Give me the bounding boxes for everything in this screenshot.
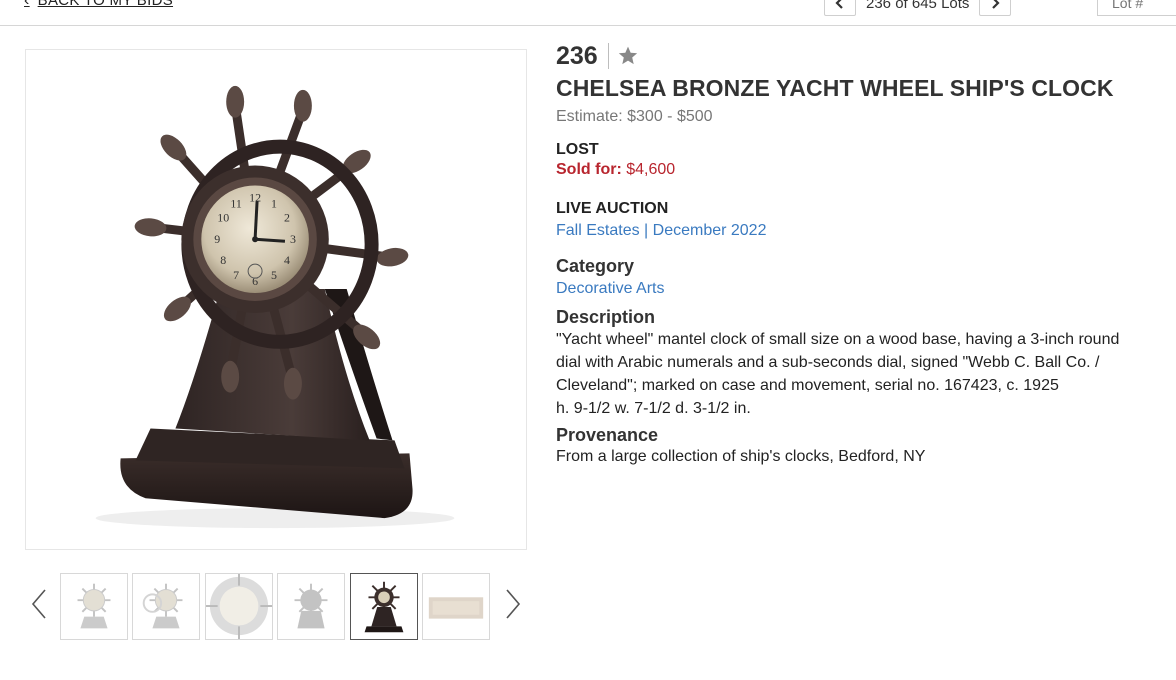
category-heading: Category xyxy=(556,256,635,276)
thumbnail-3[interactable] xyxy=(205,573,273,640)
svg-text:12: 12 xyxy=(249,190,261,204)
svg-text:7: 7 xyxy=(233,268,239,282)
category-link[interactable]: Decorative Arts xyxy=(556,280,1156,298)
next-lot-button[interactable] xyxy=(979,0,1012,16)
svg-text:1: 1 xyxy=(271,196,277,210)
svg-text:8: 8 xyxy=(220,253,226,267)
lot-details: 236 CHELSEA BRONZE YACHT WHEEL SHIP'S CL… xyxy=(556,40,1156,466)
lot-number-input[interactable] xyxy=(1097,0,1176,16)
svg-text:4: 4 xyxy=(284,253,290,267)
thumbnail-next-button[interactable] xyxy=(502,586,524,622)
provenance-heading: Provenance xyxy=(556,425,659,445)
lot-estimate: Estimate: $300 - $500 xyxy=(556,108,713,125)
dimensions-text: h. 9-1/2 w. 7-1/2 d. 3-1/2 in. xyxy=(556,400,751,417)
svg-text:10: 10 xyxy=(217,210,229,224)
main-lot-image[interactable]: 12 1 2 345 678 9 10 11 xyxy=(25,49,527,550)
top-nav-bar: ‹ BACK TO MY BIDS 236 of 645 Lots xyxy=(0,0,1176,26)
chevron-right-icon xyxy=(506,589,521,619)
thumbnail-image xyxy=(77,583,111,629)
sold-value: $4,600 xyxy=(626,161,676,178)
svg-text:2: 2 xyxy=(284,210,290,224)
divider xyxy=(607,43,609,69)
description-text: "Yacht wheel" mantel clock of small size… xyxy=(556,331,1120,394)
back-link-label: BACK TO MY BIDS xyxy=(37,0,174,9)
bid-status: LOST xyxy=(556,141,599,158)
thumbnail-prev-button[interactable] xyxy=(28,586,50,622)
svg-text:6: 6 xyxy=(252,274,258,288)
chevron-right-icon xyxy=(992,0,1000,9)
lot-pager: 236 of 645 Lots xyxy=(824,0,1012,16)
svg-text:9: 9 xyxy=(214,232,220,246)
thumbnail-4[interactable] xyxy=(277,573,345,640)
lot-number: 236 xyxy=(556,41,598,70)
sold-label: Sold for: xyxy=(556,161,622,178)
chevron-left-icon xyxy=(835,0,843,9)
thumbnail-image xyxy=(364,581,404,633)
thumbnail-5-active[interactable] xyxy=(350,573,418,640)
clock-photo: 12 12 345 678 9 1011 xyxy=(95,85,455,529)
thumbnail-image xyxy=(294,583,328,629)
svg-text:11: 11 xyxy=(230,196,242,210)
thumbnail-image xyxy=(428,597,484,619)
thumbnail-6[interactable] xyxy=(422,573,490,640)
description-heading: Description xyxy=(556,307,656,327)
chevron-left-icon: ‹ xyxy=(24,0,30,9)
svg-text:3: 3 xyxy=(290,232,296,246)
lot-title: CHELSEA BRONZE YACHT WHEEL SHIP'S CLOCK xyxy=(556,75,1114,101)
thumbnail-1[interactable] xyxy=(60,573,128,640)
previous-lot-button[interactable] xyxy=(824,0,856,16)
chevron-left-icon xyxy=(31,589,46,619)
lot-count: 236 of 645 Lots xyxy=(866,0,970,12)
thumbnail-image xyxy=(206,574,272,639)
back-to-my-bids-link[interactable]: ‹ BACK TO MY BIDS xyxy=(24,0,173,9)
provenance-text: From a large collection of ship's clocks… xyxy=(556,448,926,465)
sold-price: Sold for: $4,600 xyxy=(556,161,1156,179)
auction-type: LIVE AUCTION xyxy=(556,200,669,217)
svg-text:5: 5 xyxy=(271,268,277,282)
lot-header-row: 236 xyxy=(556,40,1156,72)
auction-name-link[interactable]: Fall Estates | December 2022 xyxy=(556,222,1156,240)
thumbnail-image xyxy=(142,583,183,629)
thumbnail-2[interactable] xyxy=(132,573,200,640)
star-icon[interactable] xyxy=(617,45,639,67)
